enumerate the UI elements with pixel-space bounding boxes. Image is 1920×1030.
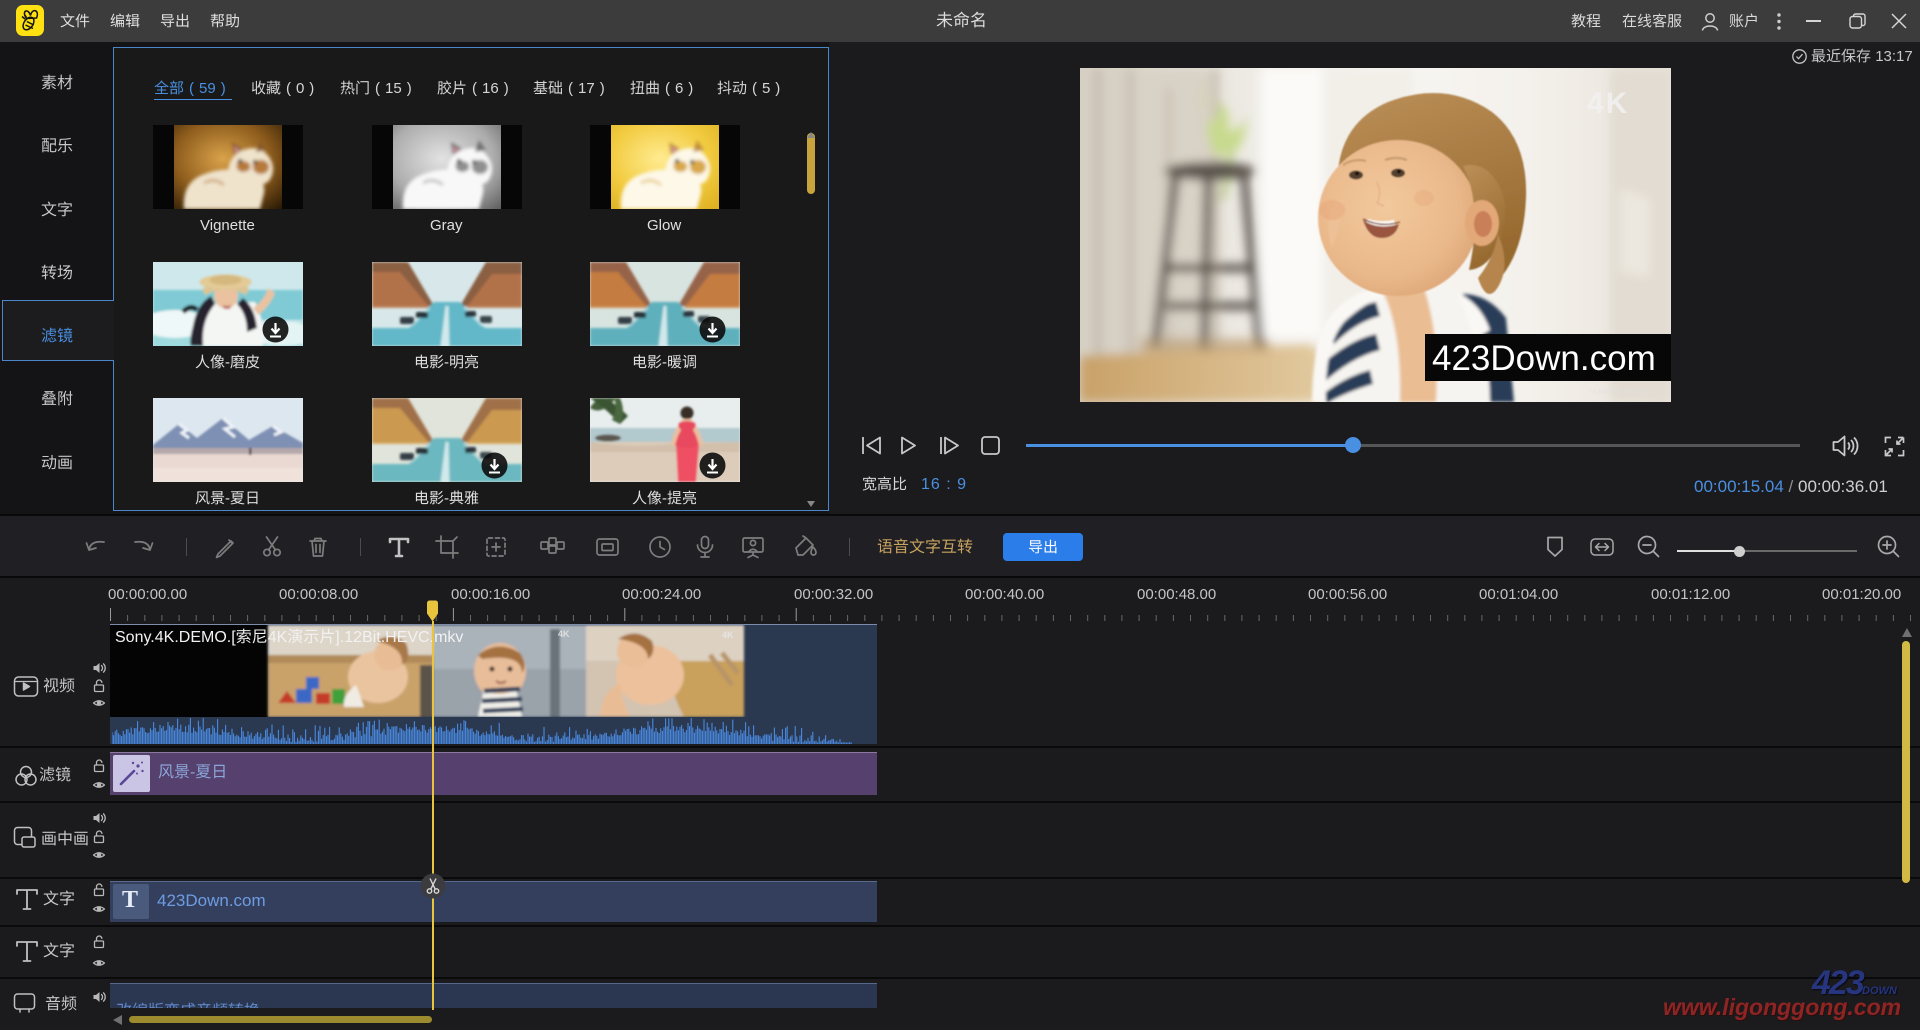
svg-text:4K: 4K — [558, 629, 570, 639]
svg-text:].12Bit.HEVC.mkv: ].12Bit.HEVC.mkv — [335, 629, 463, 646]
svg-text:4K: 4K — [722, 630, 734, 640]
svg-text:4K: 4K — [268, 629, 288, 646]
svg-text:Sony.4K.DEMO.[: Sony.4K.DEMO.[ — [115, 629, 236, 646]
svg-text:-: - — [190, 764, 195, 781]
